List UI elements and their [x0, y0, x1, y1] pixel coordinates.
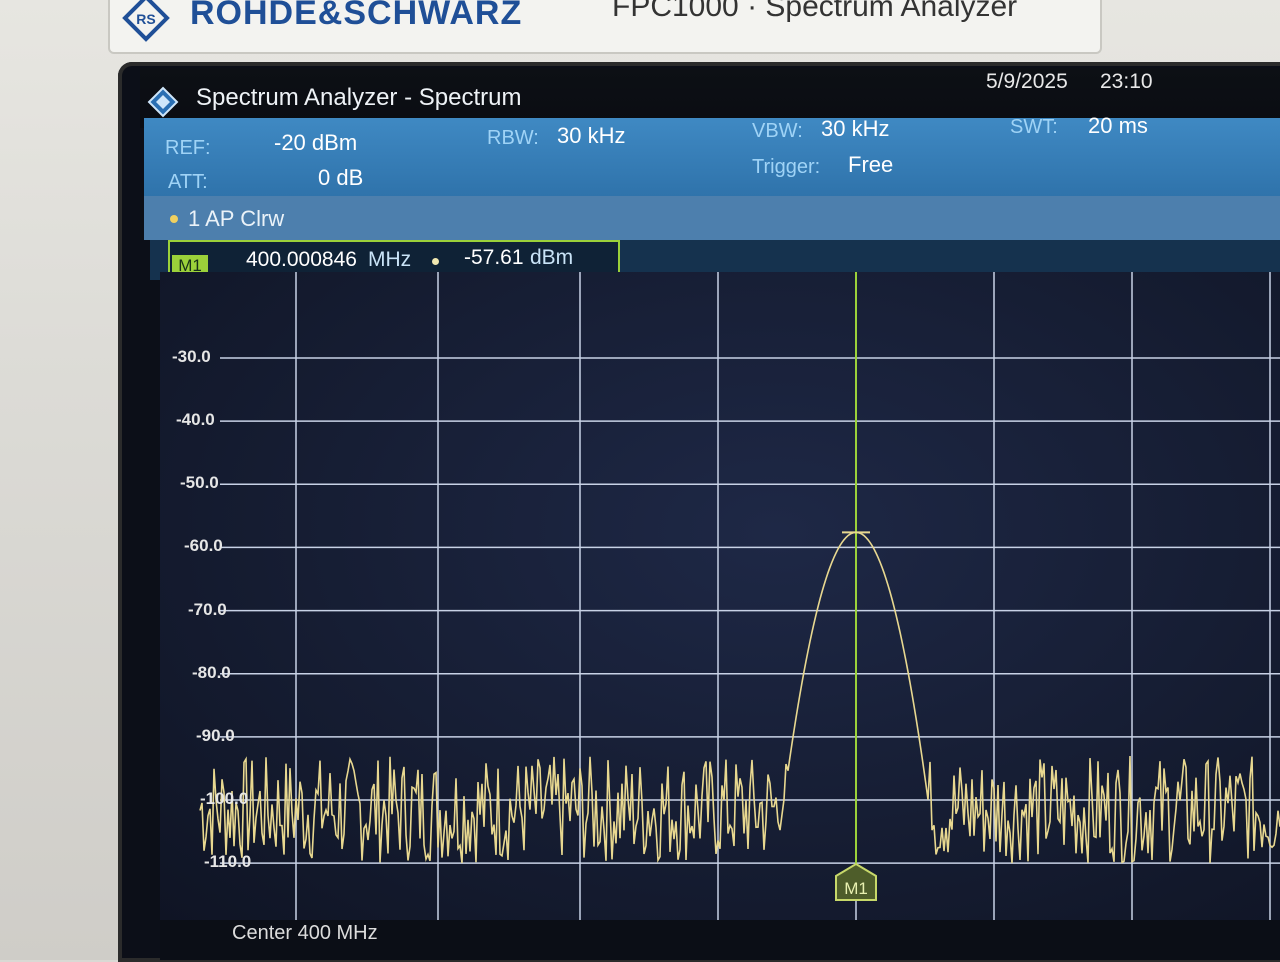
svg-text:RS: RS	[136, 11, 155, 27]
spectrum-plot[interactable]: M1	[160, 272, 1280, 922]
att-label: ATT:	[168, 171, 208, 193]
y-tick-label: -60.0	[184, 536, 223, 556]
time-display: 23:10	[1100, 70, 1153, 93]
rbw-value[interactable]: 30 kHz	[557, 123, 625, 149]
marker-level-unit: dBm	[530, 246, 574, 269]
swt-label: SWT:	[1010, 116, 1058, 138]
app-logo-icon	[147, 86, 179, 118]
marker-badge-label: M1	[844, 879, 868, 898]
vbw-label: VBW:	[752, 120, 803, 142]
vbw-value[interactable]: 30 kHz	[821, 116, 889, 142]
date-display: 5/9/2025	[986, 70, 1068, 93]
center-frequency-label: Center 400 MHz	[232, 922, 378, 944]
y-tick-label: -30.0	[172, 347, 211, 366]
window-title: Spectrum Analyzer - Spectrum	[196, 84, 522, 111]
trigger-label: Trigger:	[752, 156, 821, 178]
y-tick-label: -50.0	[180, 473, 219, 493]
trace-label[interactable]: 1 AP Clrw	[188, 206, 284, 232]
y-tick-label: -40.0	[176, 410, 215, 430]
ref-value[interactable]: -20 dBm	[274, 130, 357, 156]
trace-indicator-dot	[170, 215, 178, 223]
y-tick-label: -110.0	[204, 852, 252, 872]
rbw-label: RBW:	[487, 127, 539, 149]
marker-level: -57.61	[464, 246, 524, 269]
ref-label: REF:	[165, 137, 211, 159]
y-tick-label: -80.0	[192, 662, 231, 682]
brand-name: ROHDE&SCHWARZ	[190, 0, 523, 32]
spectrum-plot-canvas: M1	[199, 272, 1280, 922]
marker-badge-icon[interactable]: M1	[835, 862, 877, 901]
trace-bar[interactable]	[144, 196, 1280, 240]
spectrum-trace	[199, 531, 1280, 864]
rohde-schwarz-logo-icon: RS	[122, 0, 170, 42]
y-tick-label: -70.0	[188, 599, 227, 619]
marker-frequency-unit: MHz	[368, 248, 412, 271]
marker-separator-dot	[432, 258, 439, 265]
trigger-value[interactable]: Free	[848, 152, 893, 178]
marker-frequency: 400.000846	[246, 248, 357, 271]
swt-value[interactable]: 20 ms	[1088, 113, 1148, 139]
device-model: FPC1000 · Spectrum Analyzer	[612, 0, 1018, 23]
y-tick-label: -90.0	[196, 725, 235, 745]
y-tick-label: -100.0	[200, 789, 249, 808]
att-value[interactable]: 0 dB	[318, 165, 363, 191]
